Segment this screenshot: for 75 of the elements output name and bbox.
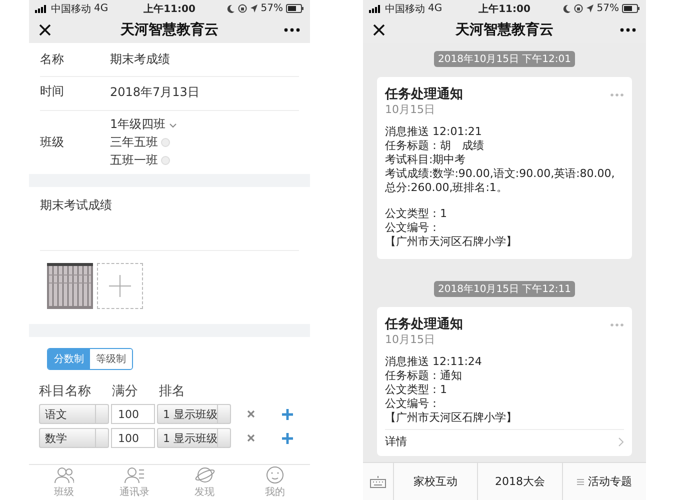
carrier-name: 中国移动 [385,2,425,16]
field-label: 名称 [40,51,65,68]
radio-button[interactable] [161,138,170,147]
details-link[interactable]: 详情 [385,429,624,450]
battery-percent: 57% [596,3,619,14]
field-label: 班级 [40,134,65,151]
score-input[interactable]: 100 [111,428,155,448]
message-line: 消息推送 12:01:21 [385,125,483,139]
face-icon [264,466,285,484]
battery-icon [622,4,640,13]
subject-select[interactable]: 语文 [39,404,109,424]
timestamp-label: 2018年10月15日 下午12:11 [434,281,575,297]
signal-icon [369,4,382,12]
more-icon[interactable] [284,28,300,32]
column-header: 排名 [159,383,185,400]
add-icon[interactable] [282,432,293,444]
menu-button[interactable]: 活动专题 [562,463,646,500]
message-line: 公文类型：1 [385,207,448,221]
message-line: 公文编号： [385,397,441,411]
subject-select[interactable]: 数学 [39,428,109,448]
message-line: 公文类型：1 [385,383,448,397]
battery-percent: 57% [260,3,283,14]
radio-button[interactable] [161,156,170,165]
planet-icon [194,466,215,484]
chevron-right-icon [618,437,624,447]
message-line: 【广州市天河区石牌小学】 [385,411,518,425]
network-type: 4G [94,3,108,14]
message-line: 消息推送 12:11:24 [385,355,483,369]
message-line: 考试科目:期中考 [385,153,467,167]
column-header: 满分 [112,383,139,400]
message-title: 任务处理通知 [385,86,463,103]
message-line: 任务标题：通知 [385,369,463,383]
location-icon [250,4,258,13]
window-title: 天河智慧教育云 [120,21,218,39]
class-option[interactable]: 三年五班 [110,134,158,151]
close-icon[interactable] [39,24,51,36]
field-value: 2018年7月13日 [110,84,200,101]
rank-select[interactable]: 1 显示班级 [157,404,231,424]
message-line: 任务标题：胡 成绩 [385,139,485,153]
close-icon[interactable] [373,24,385,36]
signal-icon [35,4,48,12]
class-option[interactable]: 五班一班 [110,152,158,169]
more-icon[interactable] [620,28,636,32]
score-input[interactable]: 100 [111,404,155,424]
rank-select[interactable]: 1 显示班级 [157,428,231,448]
message-line: 公文编号： [385,221,441,235]
delete-icon[interactable] [247,410,255,418]
moon-icon [226,4,235,13]
message-title: 任务处理通知 [385,316,463,333]
plus-icon [109,275,131,297]
message-line: 【广州市天河区石牌小学】 [385,235,518,249]
clock-time: 上午11:00 [478,2,530,16]
battery-icon [286,4,304,13]
timestamp-label: 2018年10月15日 下午12:01 [434,51,575,67]
moon-icon [562,4,571,13]
column-header: 科目名称 [39,383,92,400]
message-date: 10月15日 [385,333,436,347]
description-field[interactable]: 期末考试成绩 [40,187,299,251]
message-line: 考试成绩:数学:90.00,语文:90.00,英语:80.00,总分:260.00,班排名:1。 [385,167,616,195]
class-option[interactable]: 1年级四班 [110,116,166,133]
people-icon [54,466,74,484]
field-value: 期末考成绩 [110,51,170,68]
delete-icon[interactable] [247,434,255,442]
network-type: 4G [428,3,442,14]
clock-time: 上午11:00 [144,2,196,16]
keyboard-icon [370,476,386,488]
location-icon [586,4,594,13]
menu-button[interactable]: 家校互动 [394,463,478,500]
carrier-name: 中国移动 [51,2,91,16]
contacts-icon [124,466,144,484]
field-label: 时间 [40,83,65,100]
menu-button[interactable]: 2018大会 [478,463,563,500]
add-icon[interactable] [282,408,293,420]
message-date: 10月15日 [385,103,436,117]
window-title: 天河智慧教育云 [456,21,554,39]
